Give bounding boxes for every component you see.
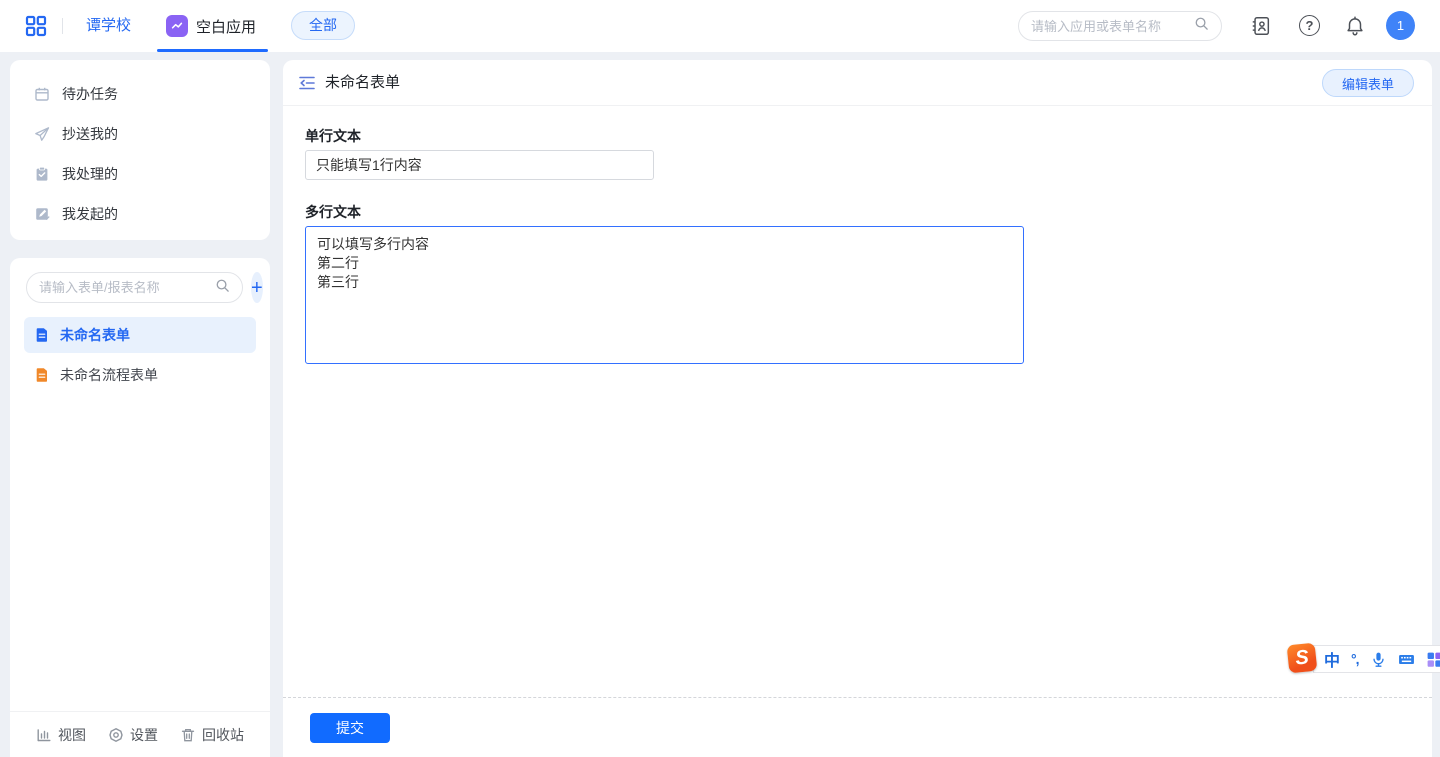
notifications-bell-icon[interactable] <box>1344 15 1366 37</box>
form-search-input[interactable] <box>39 280 215 295</box>
active-tab-underline <box>157 49 268 52</box>
top-navbar: 谭学校 空白应用 全部 ? <box>0 0 1440 52</box>
sidebar-footer-views[interactable]: 视图 <box>36 725 86 745</box>
apps-grid-icon[interactable] <box>24 14 48 38</box>
tab-blank-app[interactable]: 空白应用 <box>166 0 256 52</box>
sogou-ime-logo[interactable]: S <box>1287 643 1318 674</box>
edit-doc-icon <box>34 206 50 222</box>
contacts-icon[interactable] <box>1250 15 1272 37</box>
app-tab-label: 空白应用 <box>196 16 256 37</box>
form-list-item-untitled-form[interactable]: 未命名表单 <box>24 317 256 353</box>
ime-toolbar: 中 °, <box>1313 645 1440 673</box>
sidebar-forms-card: + 未命名表单 未命名流程表单 <box>10 258 270 757</box>
keyboard-icon[interactable] <box>1398 651 1415 668</box>
field-label-single-line-text: 单行文本 <box>305 126 361 146</box>
sidebar-item-label: 待办任务 <box>62 84 118 104</box>
orange-file-icon <box>34 367 50 383</box>
sidebar-item-label: 抄送我的 <box>62 124 118 144</box>
global-search-input[interactable] <box>1031 19 1194 34</box>
footer-divider <box>283 697 1432 698</box>
collapse-sidebar-icon[interactable] <box>298 75 316 91</box>
help-icon[interactable]: ? <box>1299 15 1321 37</box>
add-form-button[interactable]: + <box>251 272 263 303</box>
blue-file-icon <box>34 327 50 343</box>
help-glyph: ? <box>1306 18 1314 33</box>
form-item-label: 未命名流程表单 <box>60 365 158 385</box>
ime-punctuation-toggle[interactable]: °, <box>1351 651 1359 667</box>
sidebar-item-processed-by-me[interactable]: 我处理的 <box>10 154 270 194</box>
sidebar-item-label: 我发起的 <box>62 204 118 224</box>
sidebar-footer: 视图 设置 回收站 <box>10 711 270 757</box>
form-detail-panel: 未命名表单 编辑表单 单行文本 多行文本 可以填写多行内容 第二行 第三行 提交 <box>283 60 1432 757</box>
sidebar-footer-settings[interactable]: 设置 <box>108 725 158 745</box>
sidebar-footer-recycle-bin[interactable]: 回收站 <box>180 725 244 745</box>
clipboard-check-icon <box>34 166 50 182</box>
app-screen: 谭学校 空白应用 全部 ? <box>0 0 1440 757</box>
ime-toolbox-grid-icon[interactable] <box>1426 651 1440 668</box>
sogou-logo-glyph: S <box>1294 646 1310 670</box>
sidebar-item-cc-to-me[interactable]: 抄送我的 <box>10 114 270 154</box>
sidebar-tasks-card: 待办任务 抄送我的 我处理的 我发起的 <box>10 60 270 240</box>
global-search <box>1018 11 1222 41</box>
calendar-icon <box>34 86 50 102</box>
submit-button[interactable]: 提交 <box>310 713 390 743</box>
edit-form-button[interactable]: 编辑表单 <box>1322 69 1414 97</box>
single-line-text-input[interactable] <box>305 150 654 180</box>
ime-language-toggle[interactable]: 中 <box>1324 647 1340 671</box>
multi-line-text-input[interactable]: 可以填写多行内容 第二行 第三行 <box>305 226 1024 364</box>
form-search <box>26 272 243 303</box>
search-icon <box>215 278 230 298</box>
form-list-item-untitled-flow-form[interactable]: 未命名流程表单 <box>24 357 256 393</box>
workspace-link[interactable]: 谭学校 <box>86 0 131 52</box>
field-label-multi-line-text: 多行文本 <box>305 202 361 222</box>
search-icon <box>1194 16 1209 36</box>
footer-item-label: 回收站 <box>202 725 244 745</box>
gear-icon <box>108 727 124 743</box>
sidebar-item-todo-tasks[interactable]: 待办任务 <box>10 74 270 114</box>
form-list: 未命名表单 未命名流程表单 <box>10 317 270 393</box>
navbar-divider <box>62 18 63 34</box>
filter-all-pill[interactable]: 全部 <box>291 11 355 40</box>
footer-item-label: 设置 <box>130 725 158 745</box>
app-icon <box>166 15 188 37</box>
sidebar-item-initiated-by-me[interactable]: 我发起的 <box>10 194 270 234</box>
send-icon <box>34 126 50 142</box>
sidebar-item-label: 我处理的 <box>62 164 118 184</box>
footer-item-label: 视图 <box>58 725 86 745</box>
page-title: 未命名表单 <box>325 60 400 106</box>
form-header: 未命名表单 编辑表单 <box>283 60 1432 106</box>
microphone-icon[interactable] <box>1370 651 1387 668</box>
chart-icon <box>36 727 52 743</box>
user-avatar[interactable]: 1 <box>1386 11 1415 40</box>
trash-icon <box>180 727 196 743</box>
avatar-label: 1 <box>1397 18 1404 33</box>
form-item-label: 未命名表单 <box>60 325 130 345</box>
